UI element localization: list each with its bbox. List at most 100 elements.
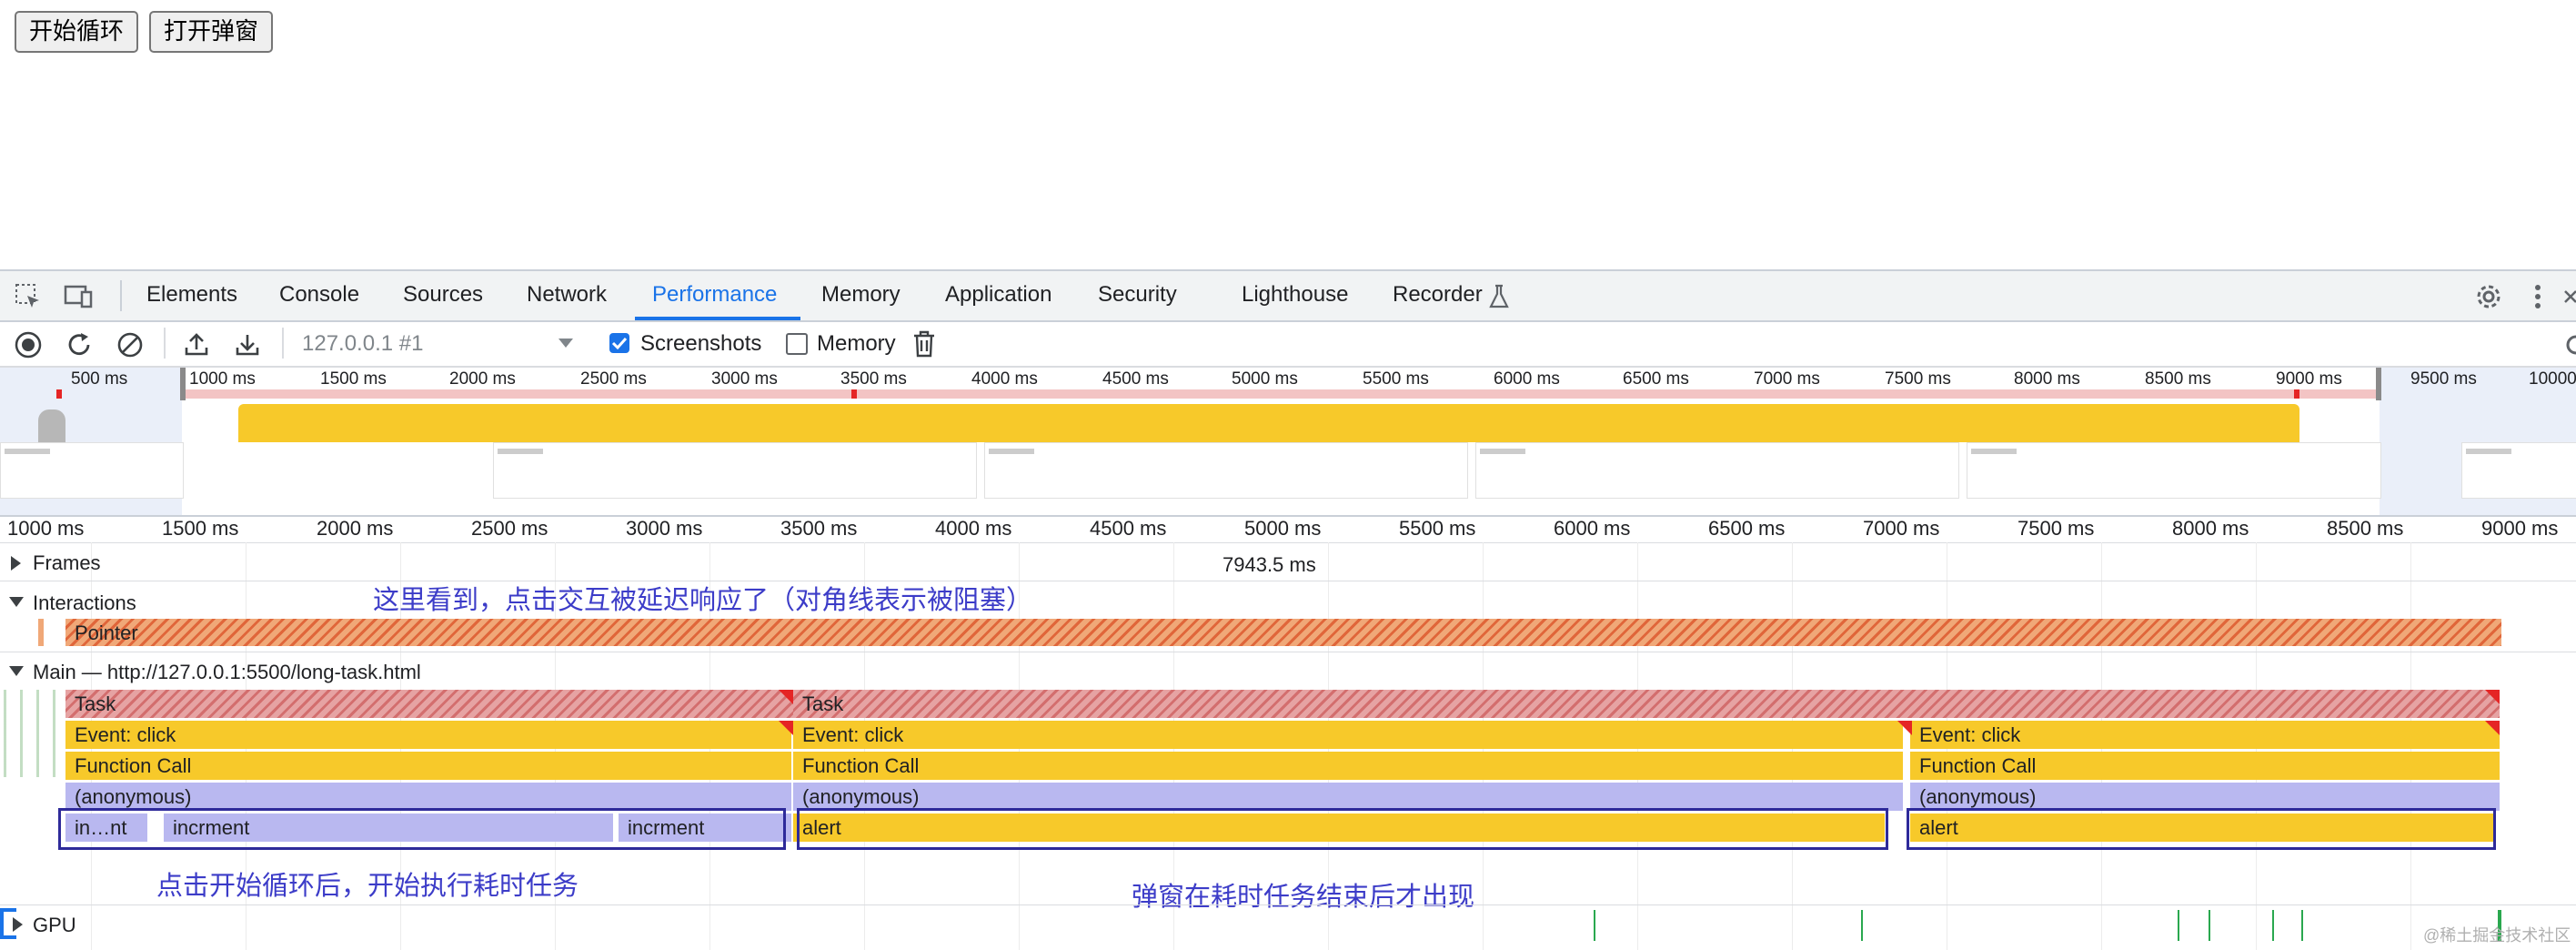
gpu-activity xyxy=(2178,910,2179,941)
performance-toolbar: 127.0.0.1 #1 Screenshots Memory xyxy=(0,322,2576,368)
tab-performance[interactable]: Performance xyxy=(652,282,777,308)
event-click-bar[interactable]: Event: click xyxy=(793,721,1903,749)
loop-annotation: 点击开始循环后，开始执行耗时任务 xyxy=(156,872,579,901)
tab-console[interactable]: Console xyxy=(279,282,359,308)
gpu-activity xyxy=(1594,910,1595,941)
screenshot-thumbnail[interactable] xyxy=(1475,442,1959,499)
anonymous-bar[interactable]: (anonymous) xyxy=(793,783,1903,811)
ruler-tick: 2000 ms xyxy=(317,517,394,540)
inspect-element-icon[interactable] xyxy=(15,283,42,315)
collapse-triangle-icon[interactable] xyxy=(9,597,24,607)
overview-marker xyxy=(2294,389,2299,399)
main-thread-label[interactable]: Main — http://127.0.0.1:5500/long-task.h… xyxy=(33,661,421,684)
overview-tick: 6500 ms xyxy=(1623,369,1689,389)
overview-tick: 2000 ms xyxy=(449,369,516,389)
overview-tick: 9000 ms xyxy=(2276,369,2342,389)
long-task-warning xyxy=(779,721,793,735)
function-call-bar[interactable]: Function Call xyxy=(65,752,791,780)
gpu-track-focus xyxy=(4,908,16,912)
long-task-warning xyxy=(779,690,793,704)
screenshot-thumbnail[interactable] xyxy=(984,442,1468,499)
overview-tick: 7500 ms xyxy=(1885,369,1951,389)
more-options-icon[interactable] xyxy=(2534,282,2541,316)
screenshot-thumbnail[interactable] xyxy=(493,442,977,499)
loop-highlight-box xyxy=(58,808,786,850)
overview-tick: 1500 ms xyxy=(320,369,387,389)
function-call-bar[interactable]: Function Call xyxy=(793,752,1903,780)
reload-record-icon[interactable] xyxy=(65,331,93,363)
screenshots-label: Screenshots xyxy=(640,331,762,356)
screenshot-thumbnail[interactable] xyxy=(1967,442,2381,499)
devtools-tabbar: Elements Console Sources Network Perform… xyxy=(0,271,2576,322)
chevron-down-icon[interactable] xyxy=(558,339,573,348)
ruler-tick: 9000 ms xyxy=(2481,517,2559,540)
gpu-activity xyxy=(1861,910,1863,941)
task-bar[interactable]: Task xyxy=(65,690,793,718)
anonymous-bar[interactable]: (anonymous) xyxy=(65,783,791,811)
tab-memory[interactable]: Memory xyxy=(821,282,901,308)
recording-select[interactable]: 127.0.0.1 #1 xyxy=(302,331,423,357)
tab-recorder[interactable]: Recorder xyxy=(1393,282,1483,308)
expand-triangle-icon[interactable] xyxy=(13,917,23,932)
tab-sources[interactable]: Sources xyxy=(403,282,483,308)
expand-triangle-icon[interactable] xyxy=(11,556,21,571)
ruler-tick: 6000 ms xyxy=(1554,517,1631,540)
event-click-bar[interactable]: Event: click xyxy=(65,721,791,749)
save-profile-icon[interactable] xyxy=(235,331,260,361)
capture-settings-icon[interactable] xyxy=(2561,331,2576,363)
overview-network-strip xyxy=(182,389,2380,399)
close-devtools-icon[interactable] xyxy=(2563,284,2576,314)
anonymous-bar[interactable]: (anonymous) xyxy=(1910,783,2500,811)
device-toolbar-icon[interactable] xyxy=(64,283,95,315)
event-click-bar[interactable]: Event: click xyxy=(1910,721,2500,749)
ruler-tick: 3500 ms xyxy=(780,517,858,540)
ruler-tick: 6500 ms xyxy=(1708,517,1786,540)
overview-tick: 5000 ms xyxy=(1232,369,1298,389)
gpu-track-label[interactable]: GPU xyxy=(33,914,76,937)
overview-tick: 8000 ms xyxy=(2014,369,2080,389)
function-call-bar[interactable]: Function Call xyxy=(1910,752,2500,780)
tab-elements[interactable]: Elements xyxy=(146,282,237,308)
overview-tick: 2500 ms xyxy=(580,369,647,389)
timeline-overview[interactable]: 500 ms 1000 ms 1500 ms 2000 ms 2500 ms 3… xyxy=(0,368,2576,517)
open-popup-button[interactable]: 打开弹窗 xyxy=(149,11,274,53)
start-loop-button[interactable]: 开始循环 xyxy=(15,11,139,53)
screenshot-thumbnail[interactable] xyxy=(0,442,184,499)
record-icon[interactable] xyxy=(15,331,42,363)
ruler-tick: 4000 ms xyxy=(935,517,1012,540)
trash-icon[interactable] xyxy=(912,330,936,362)
ruler-tick: 7500 ms xyxy=(2018,517,2095,540)
overview-cpu-idle-blip xyxy=(38,409,65,442)
overview-tick: 4000 ms xyxy=(971,369,1038,389)
long-task-warning xyxy=(2485,721,2500,735)
collapse-triangle-icon[interactable] xyxy=(9,666,24,676)
memory-checkbox[interactable] xyxy=(786,333,808,355)
ruler-tick: 2500 ms xyxy=(471,517,548,540)
clear-icon[interactable] xyxy=(116,331,144,363)
ruler-tick: 1000 ms xyxy=(7,517,85,540)
tab-lighthouse[interactable]: Lighthouse xyxy=(1242,282,1348,308)
overview-right-handle[interactable] xyxy=(2376,368,2381,400)
overview-marker xyxy=(851,389,857,399)
ruler-tick: 4500 ms xyxy=(1090,517,1167,540)
pointer-interaction[interactable]: Pointer xyxy=(65,619,2501,646)
overview-left-handle[interactable] xyxy=(180,368,186,400)
tab-security[interactable]: Security xyxy=(1098,282,1177,308)
toolbar-divider xyxy=(164,328,166,359)
frame-duration[interactable]: 7943.5 ms xyxy=(1223,553,1316,577)
tab-application[interactable]: Application xyxy=(945,282,1052,308)
gpu-activity xyxy=(2301,910,2303,941)
tab-network[interactable]: Network xyxy=(527,282,607,308)
frames-track-label[interactable]: Frames xyxy=(33,551,101,575)
interactions-track-label[interactable]: Interactions xyxy=(33,591,136,615)
overview-tick: 1000 ms xyxy=(189,369,256,389)
task-bar[interactable]: Task xyxy=(793,690,2500,718)
ruler-tick: 8000 ms xyxy=(2172,517,2249,540)
load-profile-icon[interactable] xyxy=(184,331,209,361)
screenshots-checkbox[interactable] xyxy=(609,333,629,353)
gpu-track-focus xyxy=(4,935,16,939)
settings-gear-icon[interactable] xyxy=(2474,282,2503,316)
overview-tick: 10000 xyxy=(2529,369,2576,389)
screenshot-thumbnail[interactable] xyxy=(2461,442,2576,499)
alert-highlight-box xyxy=(1907,808,2496,850)
